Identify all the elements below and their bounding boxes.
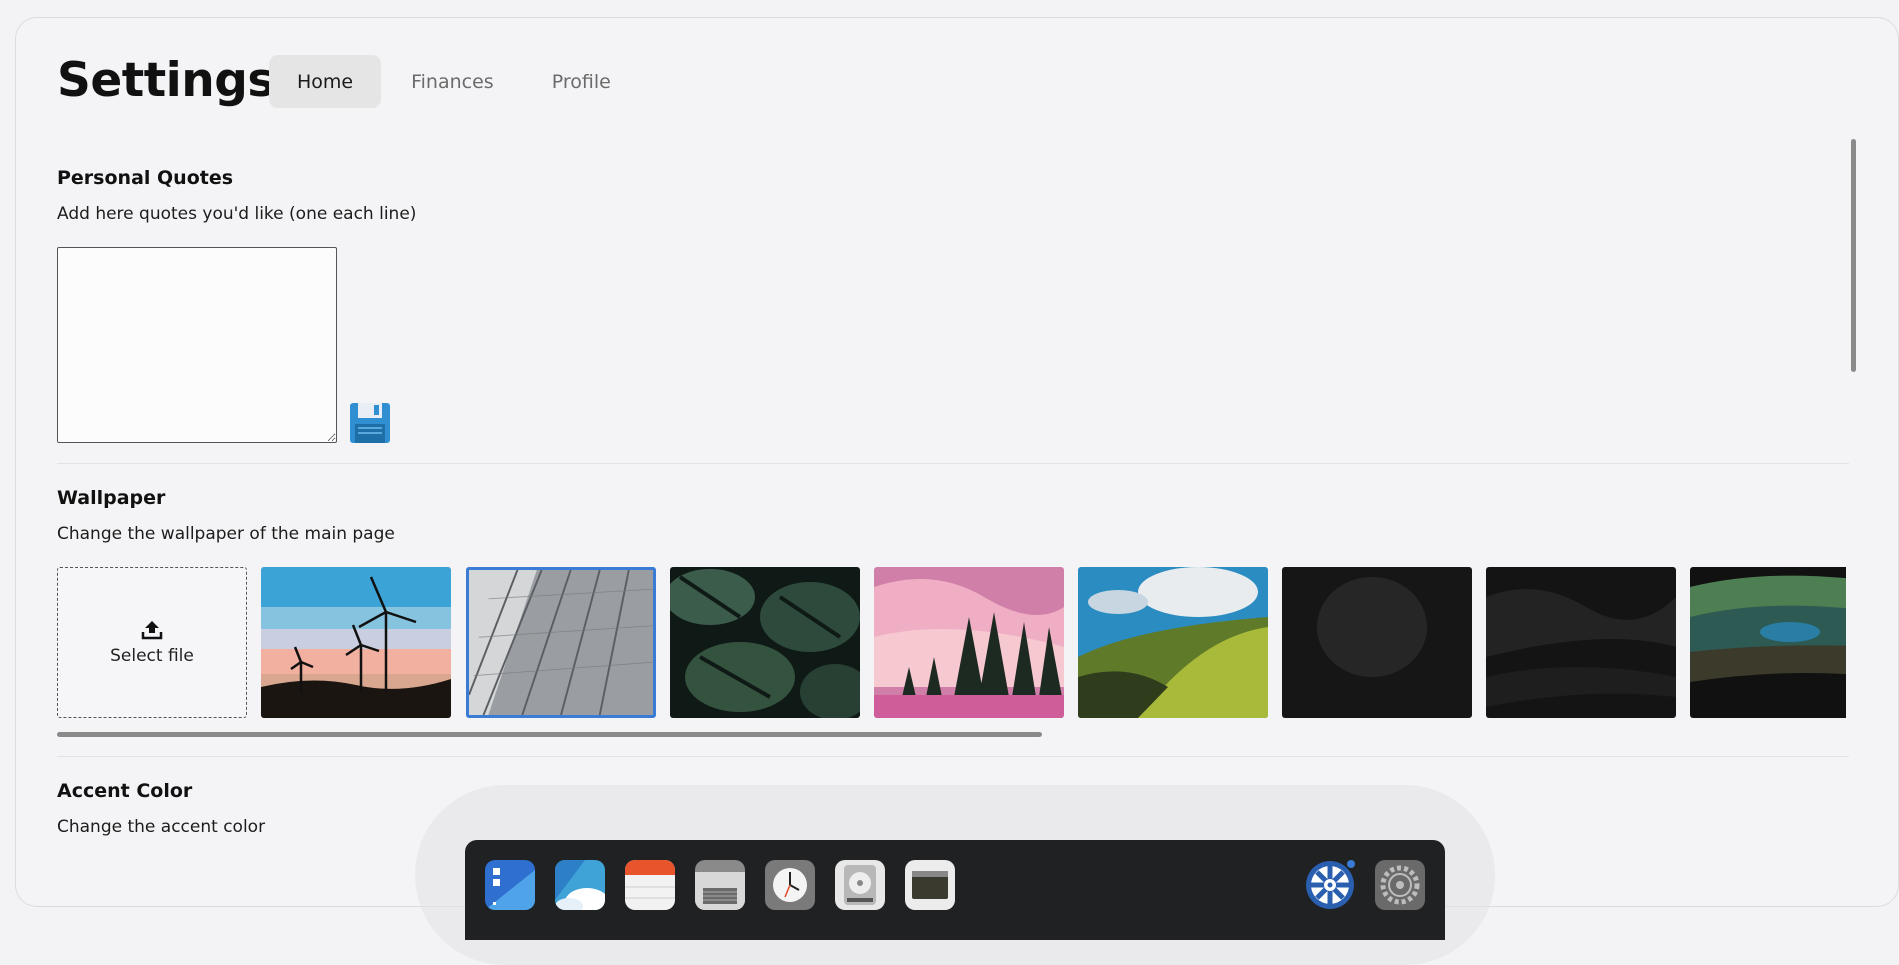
section-divider <box>57 463 1849 464</box>
wallpaper-thumb-wind-turbines[interactable] <box>261 567 451 718</box>
wallpaper-thumb-pink-sky[interactable] <box>874 567 1064 718</box>
page-scrollbar[interactable] <box>1851 139 1856 372</box>
tab-finances[interactable]: Finances <box>383 55 522 108</box>
quotes-description: Add here quotes you'd like (one each lin… <box>57 204 417 224</box>
settings-window: Settings Home Finances Profile Personal … <box>15 17 1899 907</box>
wallpaper-thumb-dark-1[interactable] <box>1282 567 1472 718</box>
disk-utility-icon[interactable] <box>835 860 885 910</box>
wallpaper-title: Wallpaper <box>57 487 166 509</box>
upload-wallpaper-button[interactable]: Select file <box>57 567 247 718</box>
notes-app-icon[interactable] <box>625 860 675 910</box>
accent-title: Accent Color <box>57 780 193 802</box>
wallpaper-thumb-dark-landscape[interactable] <box>1690 567 1846 718</box>
wallpaper-thumb-green-hills[interactable] <box>1078 567 1268 718</box>
wallpaper-description: Change the wallpaper of the main page <box>57 524 395 544</box>
page-title: Settings <box>57 53 275 108</box>
wallpaper-gallery: Select file <box>57 567 1846 718</box>
quotes-title: Personal Quotes <box>57 167 234 189</box>
wallpaper-thumb-glass-building[interactable] <box>466 567 656 718</box>
wallpaper-thumb-monstera[interactable] <box>670 567 860 718</box>
floppy-disk-icon <box>350 403 390 443</box>
dock <box>465 840 1445 940</box>
weather-app-icon[interactable] <box>555 860 605 910</box>
accent-description: Change the accent color <box>57 817 266 837</box>
settings-gear-icon[interactable] <box>1375 860 1425 910</box>
wallpaper-scrollbar[interactable] <box>57 732 1042 737</box>
tab-bar: Home Finances Profile <box>269 55 639 108</box>
clock-app-icon[interactable] <box>765 860 815 910</box>
upload-icon <box>141 620 163 639</box>
save-quotes-button[interactable] <box>349 402 391 444</box>
section-divider <box>57 756 1849 757</box>
terminal-app-icon[interactable] <box>905 860 955 910</box>
files-app-icon[interactable] <box>695 860 745 910</box>
dashboard-app-icon[interactable] <box>485 860 535 910</box>
roulette-app-icon[interactable] <box>1305 860 1355 910</box>
wallpaper-thumb-dark-2[interactable] <box>1486 567 1676 718</box>
tab-profile[interactable]: Profile <box>524 55 639 108</box>
upload-label: Select file <box>110 645 194 666</box>
tab-home[interactable]: Home <box>269 55 382 108</box>
quotes-textarea[interactable] <box>57 247 337 443</box>
